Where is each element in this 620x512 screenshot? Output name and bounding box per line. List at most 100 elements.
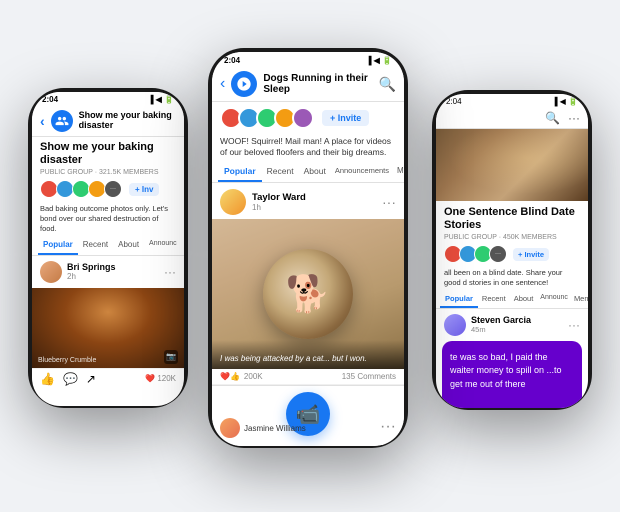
center-group-title: Dogs Running in their Sleep xyxy=(263,73,372,95)
left-group-title: Show me your baking disaster xyxy=(79,111,176,131)
group-icon-center xyxy=(231,71,257,97)
center-group-name: Dogs Running in their Sleep xyxy=(263,73,372,95)
group-icon-left xyxy=(51,110,73,132)
r-avatar-more: ··· xyxy=(489,245,507,263)
bottom-poster-name: Jasmine Williams xyxy=(244,424,306,433)
tab-ann-left[interactable]: Announc xyxy=(144,236,182,255)
post-header-left: Bri Springs 2h ··· xyxy=(32,256,184,288)
status-icons-left: ▐ ◀ 🔋 xyxy=(148,95,174,104)
fb-header-left: ‹ Show me your baking disaster xyxy=(32,106,184,137)
post-time-right: 45m xyxy=(471,325,563,334)
tab-popular-left[interactable]: Popular xyxy=(38,236,78,255)
bottom-avatar xyxy=(220,418,240,438)
search-icon-right[interactable]: 🔍 xyxy=(545,111,560,125)
post-meta-center: Taylor Ward 1h xyxy=(252,192,376,212)
left-group-big-text: Show me your baking disaster xyxy=(40,141,176,167)
photo-icon: 📷 xyxy=(164,350,178,364)
avatar-row-right: ··· + Invite xyxy=(436,242,588,266)
post-avatar-center xyxy=(220,189,246,215)
bottom-poster: Jasmine Williams xyxy=(220,418,306,438)
status-icons-center: ▐ ◀ 🔋 xyxy=(366,56,392,65)
dog-emoji: 🐕 xyxy=(286,273,331,315)
fb-header-right: 🔍 ··· xyxy=(436,108,588,129)
right-members: PUBLIC GROUP · 450K MEMBERS xyxy=(444,234,580,241)
comment-icon-left[interactable]: 💬 xyxy=(63,372,78,386)
tab-about-left[interactable]: About xyxy=(113,236,144,255)
right-group-title-area: One Sentence Blind Date Stories PUBLIC G… xyxy=(436,201,588,242)
more-icon-left[interactable]: ··· xyxy=(164,265,176,279)
tab-popular-right[interactable]: Popular xyxy=(440,291,478,308)
post-author-left: Bri Springs xyxy=(67,262,159,272)
more-icon-center[interactable]: ··· xyxy=(382,194,396,210)
right-desc: all been on a blind date. Share your goo… xyxy=(436,266,588,291)
tab-bar-right: Popular Recent About Announc Mem xyxy=(436,291,588,309)
right-group-title: One Sentence Blind Date Stories xyxy=(444,206,580,232)
tab-bar-left: Popular Recent About Announc xyxy=(32,236,184,256)
tab-popular-center[interactable]: Popular xyxy=(218,162,262,182)
time-left: 2:04 xyxy=(42,95,58,104)
tab-recent-center[interactable]: Recent xyxy=(262,162,299,182)
post-avatar-right xyxy=(444,314,466,336)
tab-mem-right[interactable]: Mem xyxy=(571,291,588,308)
reaction-count-center: 200K xyxy=(244,372,263,381)
like-icon-left[interactable]: 👍 xyxy=(40,372,55,386)
tab-mem-center[interactable]: Mem xyxy=(393,162,404,182)
dog-caption: I was being attacked by a cat... but I w… xyxy=(212,340,404,369)
tab-recent-right[interactable]: Recent xyxy=(478,291,510,308)
avatar-row-center: + Invite xyxy=(212,102,404,134)
scene: 2:04 ▐ ◀ 🔋 ‹ Show me your baking disaste… xyxy=(0,0,620,512)
post-author-center: Taylor Ward xyxy=(252,192,376,203)
left-phone: 2:04 ▐ ◀ 🔋 ‹ Show me your baking disaste… xyxy=(28,88,188,408)
tab-about-right[interactable]: About xyxy=(510,291,538,308)
time-right: 2:04 xyxy=(446,97,462,106)
post-meta-right: Steven Garcia 45m xyxy=(471,315,563,334)
center-desc: WOOF! Squirrel! Mail man! A place for vi… xyxy=(212,134,404,162)
post-avatar-left xyxy=(40,261,62,283)
back-button-center[interactable]: ‹ xyxy=(220,75,225,93)
dog-bed: 🐕 xyxy=(263,249,353,339)
tab-recent-left[interactable]: Recent xyxy=(78,236,113,255)
more-icon-post-right[interactable]: ··· xyxy=(568,318,580,332)
left-group-big-title: Show me your baking disaster PUBLIC GROU… xyxy=(32,137,184,176)
pie-label: Blueberry Crumble xyxy=(38,357,96,364)
post-time-left: 2h xyxy=(67,272,159,281)
tab-ann-center[interactable]: Announcements xyxy=(331,162,393,182)
post-time-center: 1h xyxy=(252,203,376,212)
search-icon-center[interactable]: 🔍 xyxy=(379,76,396,93)
left-group-name: Show me your baking disaster xyxy=(79,111,176,131)
bottom-nav-center: Jasmine Williams 📹 ··· xyxy=(212,385,404,446)
status-bar-center: 2:04 ▐ ◀ 🔋 xyxy=(212,52,404,67)
time-center: 2:04 xyxy=(224,56,240,65)
pie-image-left: Blueberry Crumble 📷 xyxy=(32,288,184,368)
c-avatar-5 xyxy=(292,107,314,129)
left-desc: Bad baking outcome photos only. Let's bo… xyxy=(32,202,184,235)
right-phone: 2:04 ▐ ◀ 🔋 🔍 ··· One Sentence Blind Date… xyxy=(432,90,592,410)
post-header-center: Taylor Ward 1h ··· xyxy=(212,183,404,219)
left-members: PUBLIC GROUP · 321.5K MEMBERS xyxy=(40,169,176,176)
reaction-count-left: ❤️ 120K xyxy=(145,374,176,383)
status-icons-right: ▐ ◀ 🔋 xyxy=(552,97,578,106)
invite-button-center[interactable]: + Invite xyxy=(322,110,369,126)
tab-bar-center: Popular Recent About Announcements Mem xyxy=(212,162,404,183)
avatar-row-left: ··· + Inv xyxy=(32,176,184,202)
avatar-more: ··· xyxy=(104,180,122,198)
invite-button-right[interactable]: + Invite xyxy=(513,248,549,261)
post-author-right: Steven Garcia xyxy=(471,315,563,325)
share-icon-left[interactable]: ↗ xyxy=(86,372,96,386)
comment-count-center: 135 Comments xyxy=(342,372,396,381)
center-phone: 2:04 ▐ ◀ 🔋 ‹ Dogs Running in their Sleep… xyxy=(208,48,408,448)
post-meta-left: Bri Springs 2h xyxy=(67,262,159,281)
dog-image: 🐕 I was being attacked by a cat... but I… xyxy=(212,219,404,369)
purple-post-right: te was so bad, I paid the waiter money t… xyxy=(442,341,582,408)
status-bar-right: 2:04 ▐ ◀ 🔋 xyxy=(436,94,588,108)
tab-ann-right[interactable]: Announc xyxy=(537,291,571,308)
tab-about-center[interactable]: About xyxy=(299,162,331,182)
invite-button-left[interactable]: + Inv xyxy=(129,183,159,196)
post-header-right: Steven Garcia 45m ··· xyxy=(436,309,588,339)
status-bar-left: 2:04 ▐ ◀ 🔋 xyxy=(32,92,184,106)
back-button-left[interactable]: ‹ xyxy=(40,113,45,129)
fb-header-center: ‹ Dogs Running in their Sleep 🔍 xyxy=(212,67,404,102)
dinner-image xyxy=(436,129,588,201)
more-bottom[interactable]: ··· xyxy=(380,418,396,436)
more-icon-right[interactable]: ··· xyxy=(568,111,580,125)
